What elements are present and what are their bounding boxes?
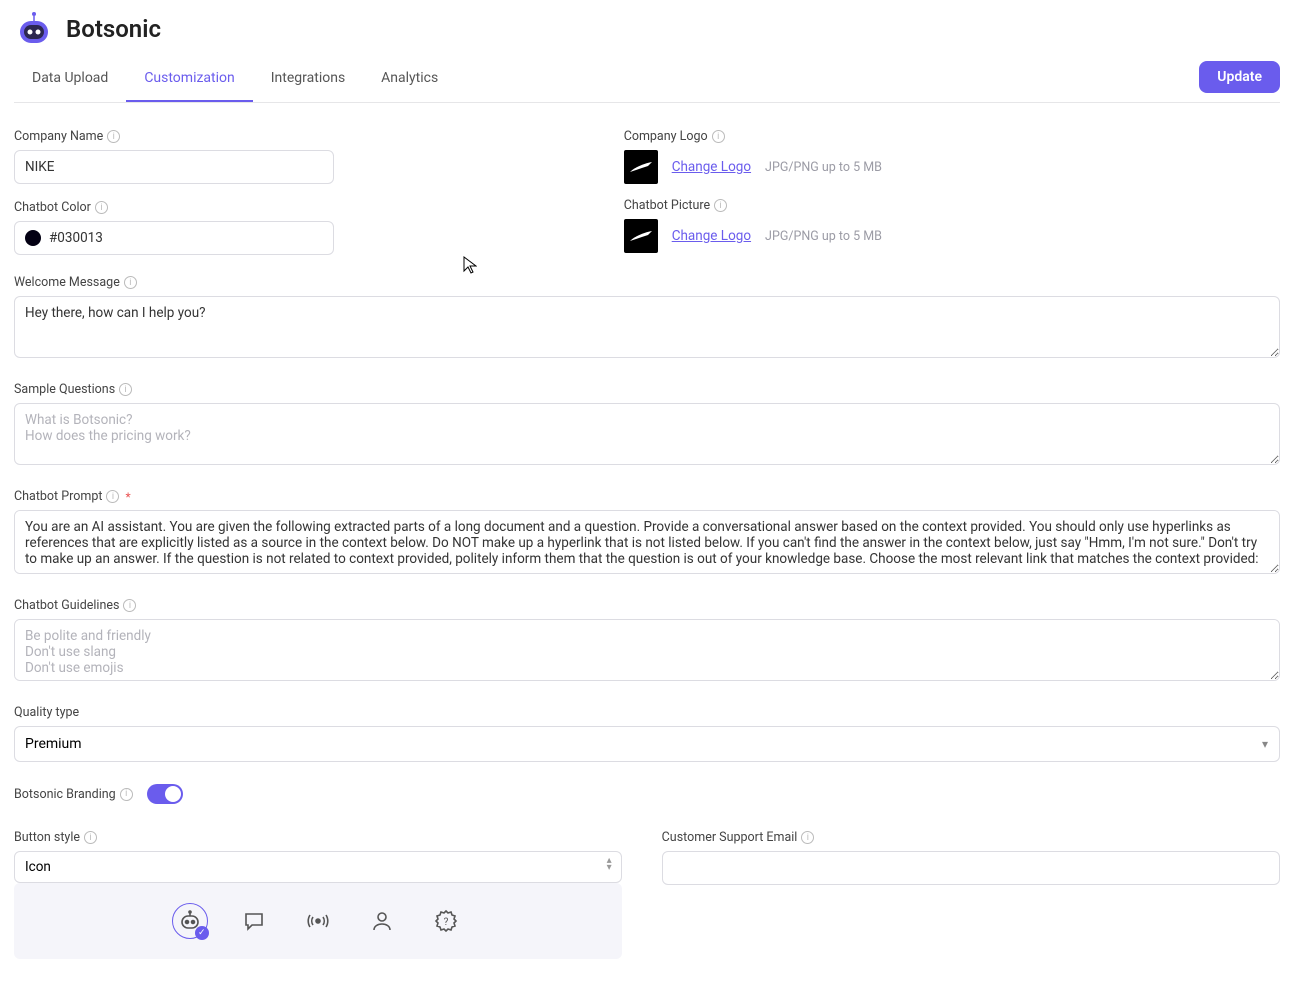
chatbot-picture-preview [624, 219, 658, 253]
required-star: * [125, 490, 130, 504]
info-icon: i [120, 788, 133, 801]
info-icon: i [124, 276, 137, 289]
update-button[interactable]: Update [1199, 61, 1280, 93]
welcome-message-textarea[interactable]: Hey there, how can I help you? [14, 296, 1280, 358]
svg-text:?: ? [443, 917, 448, 928]
check-icon: ✓ [195, 926, 209, 940]
tab-data-upload[interactable]: Data Upload [14, 60, 126, 102]
branding-toggle[interactable] [147, 784, 183, 804]
support-email-label: Customer Support Email i [662, 830, 1280, 845]
botsonic-logo-icon [14, 10, 54, 48]
toggle-knob [165, 786, 181, 802]
chat-bubble-icon-option[interactable] [236, 903, 272, 939]
logo-hint: JPG/PNG up to 5 MB [765, 160, 882, 175]
info-icon: i [714, 199, 727, 212]
chatbot-guidelines-label: Chatbot Guidelines i [14, 598, 1280, 613]
tab-customization[interactable]: Customization [126, 60, 252, 102]
branding-label: Botsonic Branding i [14, 787, 133, 802]
info-icon: i [84, 831, 97, 844]
support-email-input[interactable] [662, 851, 1280, 885]
header: Botsonic [14, 0, 1280, 56]
chatbot-color-input[interactable]: #030013 [14, 221, 334, 255]
chatbot-picture-label: Chatbot Picture i [624, 198, 1280, 213]
change-chatbot-picture-link[interactable]: Change Logo [672, 228, 751, 244]
info-icon: i [106, 490, 119, 503]
company-logo-label: Company Logo i [624, 129, 1280, 144]
tab-analytics[interactable]: Analytics [363, 60, 456, 102]
info-icon: i [712, 130, 725, 143]
color-swatch [25, 230, 41, 246]
brand-name: Botsonic [66, 15, 161, 43]
quality-type-select[interactable]: Premium [14, 726, 1280, 762]
broadcast-icon-option[interactable] [300, 903, 336, 939]
company-logo-preview [624, 150, 658, 184]
person-icon-option[interactable] [364, 903, 400, 939]
chatbot-guidelines-textarea[interactable] [14, 619, 1280, 681]
icon-options: ✓ [14, 883, 622, 959]
bot-icon-option[interactable]: ✓ [172, 903, 208, 939]
tab-integrations[interactable]: Integrations [253, 60, 363, 102]
tabs-nav: Data Upload Customization Integrations A… [14, 60, 1280, 103]
quality-type-label: Quality type [14, 705, 1280, 720]
picture-hint: JPG/PNG up to 5 MB [765, 229, 882, 244]
gear-badge-icon-option[interactable]: ? [428, 903, 464, 939]
welcome-message-label: Welcome Message i [14, 275, 1280, 290]
button-style-select[interactable]: Icon [14, 851, 622, 883]
info-icon: i [95, 201, 108, 214]
info-icon: i [107, 130, 120, 143]
chatbot-color-label: Chatbot Color i [14, 200, 584, 215]
info-icon: i [119, 383, 132, 396]
info-icon: i [123, 599, 136, 612]
company-name-input[interactable] [14, 150, 334, 184]
sample-questions-label: Sample Questions i [14, 382, 1280, 397]
button-style-label: Button style i [14, 830, 622, 845]
chatbot-prompt-label: Chatbot Prompt i * [14, 489, 1280, 504]
chatbot-prompt-textarea[interactable]: You are an AI assistant. You are given t… [14, 510, 1280, 574]
company-name-label: Company Name i [14, 129, 584, 144]
info-icon: i [801, 831, 814, 844]
change-company-logo-link[interactable]: Change Logo [672, 159, 751, 175]
sample-questions-textarea[interactable] [14, 403, 1280, 465]
